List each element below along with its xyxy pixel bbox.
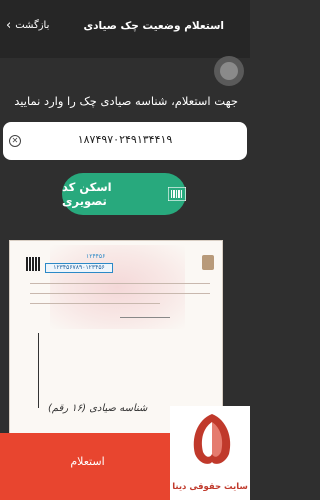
bank-emblem-icon bbox=[202, 255, 214, 270]
brand-logo-icon bbox=[193, 414, 231, 464]
signature-line bbox=[120, 305, 170, 318]
floating-action-button[interactable] bbox=[214, 56, 244, 86]
chevron-left-icon: ‹ bbox=[6, 17, 12, 33]
sayadi-id-input[interactable]: ✕ ۱۸۷۴۹۷۰۲۴۹۱۳۴۴۱۹ bbox=[3, 122, 247, 160]
app-header: ‹ بازگشت استعلام وضعیت چک صیادی bbox=[0, 0, 250, 58]
circle-icon bbox=[220, 62, 238, 80]
highlighted-sayadi-code: ۱۲۳۴۵۶۷۸۹۰۱۲۳۴۵۶ bbox=[45, 263, 113, 273]
cheque-line bbox=[30, 293, 210, 294]
qr-code-icon bbox=[26, 257, 40, 271]
brand-name: سایت حقوقی دینا bbox=[172, 482, 248, 492]
submit-button[interactable]: استعلام bbox=[0, 455, 175, 468]
cheque-sample-image: ۱۲۴۴۵۶ ۱۲۳۴۵۶۷۸۹۰۱۲۳۴۵۶ bbox=[9, 240, 223, 335]
page-title: استعلام وضعیت چک صیادی bbox=[83, 20, 224, 32]
scan-barcode-button[interactable]: اسکن کد تصویری bbox=[62, 173, 186, 215]
sayadi-caption: شناسه صیادی (۱۶ رقم) bbox=[48, 403, 148, 414]
back-button[interactable]: ‹ بازگشت bbox=[6, 17, 50, 33]
input-value: ۱۸۷۴۹۷۰۲۴۹۱۳۴۴۱۹ bbox=[77, 133, 173, 146]
callout-pointer-line bbox=[38, 333, 39, 408]
cheque-serial: ۱۲۴۴۵۶ bbox=[86, 253, 106, 260]
back-label: بازگشت bbox=[15, 20, 50, 31]
barcode-icon bbox=[168, 187, 186, 201]
brand-watermark: سایت حقوقی دینا bbox=[170, 406, 250, 500]
cheque-line bbox=[30, 283, 210, 284]
scan-button-label: اسکن کد تصویری bbox=[62, 180, 112, 208]
instruction-text: جهت استعلام، شناسه صیادی چک را وارد نمای… bbox=[14, 94, 238, 108]
cheque-line bbox=[30, 303, 160, 304]
